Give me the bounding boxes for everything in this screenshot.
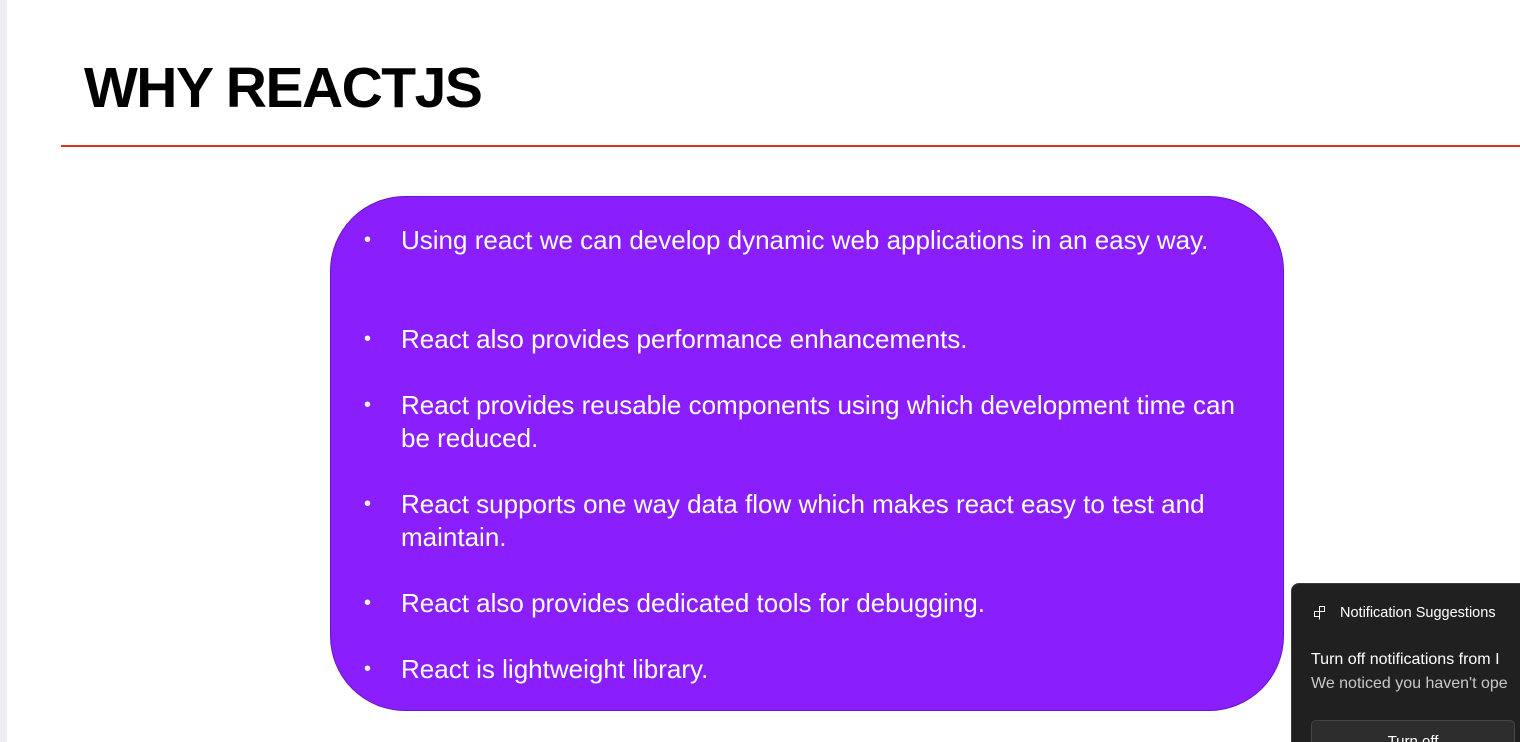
bullet-callout-box: • Using react we can develop dynamic web…	[330, 196, 1284, 711]
bullet-marker: •	[364, 394, 372, 416]
slide-title: WHY REACTJS	[84, 56, 483, 120]
toast-title: Turn off notifications from I	[1311, 651, 1500, 668]
title-divider	[61, 145, 1520, 147]
bullet-text: Using react we can develop dynamic web a…	[401, 225, 1209, 255]
bullet-text: React supports one way data flow which m…	[401, 489, 1205, 552]
slide-panel-edge	[0, 0, 7, 742]
bullet-marker: •	[364, 493, 372, 515]
bullet-item: • React is lightweight library.	[364, 653, 1241, 686]
bullet-marker: •	[364, 658, 372, 680]
bullet-marker: •	[364, 328, 372, 350]
notification-toast[interactable]: Notification Suggestions Turn off notifi…	[1291, 583, 1520, 742]
bullet-item: • React supports one way data flow which…	[364, 488, 1241, 554]
bullet-marker: •	[364, 592, 372, 614]
bullet-item: • Using react we can develop dynamic web…	[364, 224, 1241, 257]
turn-off-button[interactable]: Turn off	[1311, 720, 1515, 742]
bullet-marker: •	[364, 229, 372, 251]
bullet-item: • React provides reusable components usi…	[364, 389, 1241, 455]
notification-suggestions-icon	[1314, 606, 1328, 620]
bullet-text: React is lightweight library.	[401, 654, 709, 684]
presentation-slide: WHY REACTJS • Using react we can develop…	[0, 0, 1520, 742]
toast-app-name: Notification Suggestions	[1340, 605, 1496, 621]
toast-body: We noticed you haven't ope	[1311, 675, 1508, 692]
bullet-text: React also provides performance enhancem…	[401, 324, 968, 354]
bullet-list: • Using react we can develop dynamic web…	[331, 197, 1283, 710]
bullet-text: React provides reusable components using…	[401, 390, 1235, 453]
bullet-item: • React also provides dedicated tools fo…	[364, 587, 1241, 620]
bullet-item: • React also provides performance enhanc…	[364, 323, 1241, 356]
toast-header: Notification Suggestions	[1314, 603, 1496, 623]
bullet-text: React also provides dedicated tools for …	[401, 588, 985, 618]
